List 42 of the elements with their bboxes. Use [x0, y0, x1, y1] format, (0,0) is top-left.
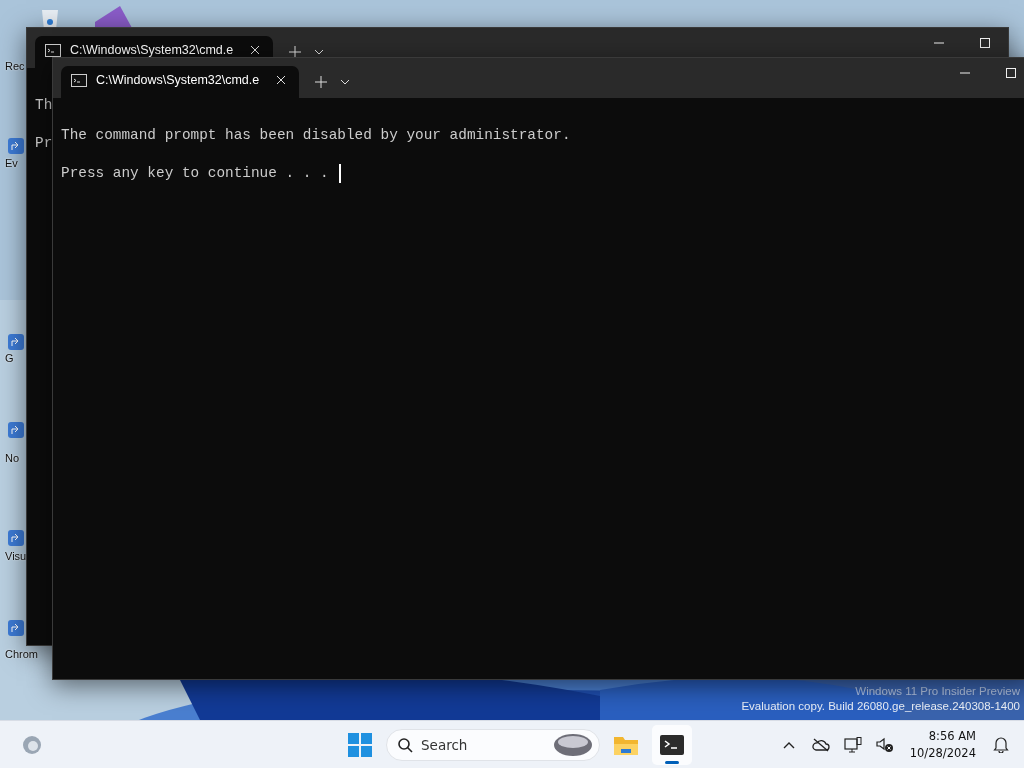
desktop-icon-label: G [5, 352, 14, 364]
desktop-icon-label: Ev [5, 157, 18, 169]
minimize-icon [934, 42, 944, 44]
maximize-icon [980, 38, 990, 48]
widgets-icon [21, 733, 43, 756]
search-bar[interactable]: Search [386, 728, 600, 761]
watermark-text: Windows 11 Pro Insider Preview [855, 684, 1020, 699]
watermark-text: Evaluation copy. Build 26080.ge_release.240308-1400 [741, 699, 1020, 714]
console-icon [71, 73, 87, 87]
console-text: The command prompt has been disabled by your administrator. [61, 126, 571, 145]
terminal-icon [660, 734, 684, 755]
desktop-icon-label: Rec [5, 60, 25, 72]
search-field[interactable]: Search [421, 736, 541, 753]
maximize-icon [1006, 68, 1016, 78]
close-icon [250, 45, 260, 55]
desktop-icon-label: Visu [5, 550, 27, 562]
chevron-down-icon [314, 49, 324, 55]
shortcut-icon[interactable] [8, 620, 24, 636]
plus-icon [289, 46, 301, 58]
windows-logo-icon [348, 732, 372, 757]
desktop-icon-label: Chrom [5, 648, 38, 660]
console-text: Press any key to continue . . . [61, 164, 329, 183]
terminal-app-button[interactable] [652, 724, 692, 765]
tab-title: C:\Windows\System32\cmd.e [70, 43, 234, 57]
close-icon [276, 75, 286, 85]
terminal-tab[interactable]: C:\Windows\System32\cmd.e [61, 66, 299, 98]
search-icon [397, 736, 413, 753]
plus-icon [315, 76, 327, 88]
console-text: Pr [35, 134, 53, 153]
clock[interactable]: 8:56 AM 10/28/2024 [909, 727, 976, 762]
clock-date: 10/28/2024 [909, 744, 976, 762]
shortcut-icon[interactable] [8, 334, 24, 350]
folder-icon [614, 734, 638, 755]
desktop-icon-label: No [5, 452, 20, 464]
chevron-down-icon [340, 79, 350, 85]
shortcut-icon[interactable] [8, 530, 24, 546]
clock-time: 8:56 AM [928, 727, 976, 745]
shortcut-icon[interactable] [8, 138, 24, 154]
minimize-icon [960, 72, 970, 74]
shortcut-icon[interactable] [8, 422, 24, 438]
console-text: Th [35, 96, 53, 115]
tab-title: C:\Windows\System32\cmd.e [96, 73, 260, 87]
